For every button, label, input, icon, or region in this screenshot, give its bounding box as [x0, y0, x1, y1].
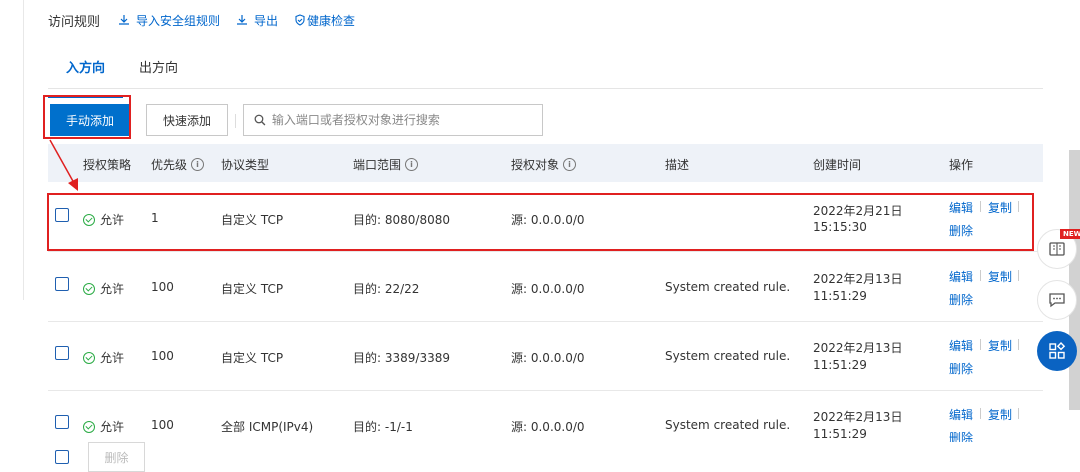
- action-separator: [980, 408, 981, 419]
- col-created-time: 创建时间: [813, 158, 862, 172]
- copy-link[interactable]: 复制: [988, 406, 1012, 423]
- port-cell: 目的: 3389/3389: [353, 351, 450, 365]
- created-date: 2022年2月13日: [813, 410, 903, 424]
- check-circle-icon: [83, 351, 95, 364]
- priority-cell: 100: [151, 349, 174, 363]
- col-priority: 优先级 i: [151, 156, 205, 173]
- priority-cell: 100: [151, 418, 174, 432]
- protocol-cell: 自定义 TCP: [221, 351, 284, 365]
- created-date: 2022年2月13日: [813, 272, 903, 286]
- description-cell: System created rule.: [665, 349, 791, 363]
- copy-link[interactable]: 复制: [988, 337, 1012, 354]
- left-panel-edge: [0, 0, 24, 300]
- created-time: 11:51:29: [813, 427, 867, 441]
- table-row: 允许 100 自定义 TCP 目的: 3389/3389 源: 0.0.0.0/…: [48, 321, 1043, 391]
- info-icon[interactable]: i: [405, 158, 419, 171]
- description-cell: System created rule.: [665, 280, 791, 294]
- col-port-range: 端口范围 i: [353, 156, 419, 173]
- health-check-label: 健康检查: [307, 13, 356, 28]
- source-cell: 源: 0.0.0.0/0: [511, 420, 585, 434]
- edit-link[interactable]: 编辑: [949, 406, 973, 423]
- import-icon: [119, 15, 130, 25]
- table-row: 允许 100 自定义 TCP 目的: 22/22 源: 0.0.0.0/0 Sy…: [48, 252, 1043, 322]
- table-row: 允许 100 全部 ICMP(IPv4) 目的: -1/-1 源: 0.0.0.…: [48, 390, 1043, 442]
- shield-check-icon: [295, 14, 305, 26]
- policy-cell: 允许: [83, 349, 124, 366]
- created-time: 11:51:29: [813, 358, 867, 372]
- delete-link[interactable]: 删除: [949, 291, 973, 308]
- health-check-link[interactable]: 健康检查: [294, 12, 355, 29]
- book-icon: [1049, 242, 1065, 256]
- annotation-box-first-row: [47, 193, 1034, 251]
- delete-link[interactable]: 删除: [949, 360, 973, 377]
- quick-add-button[interactable]: 快速添加: [146, 104, 228, 136]
- table-header: 授权策略 优先级 i 协议类型 端口范围 i 授权对象 i 描述 创建时间 操作: [48, 144, 1043, 182]
- search-input[interactable]: [269, 112, 542, 128]
- search-box[interactable]: [243, 104, 543, 136]
- col-actions: 操作: [949, 158, 974, 172]
- col-policy: 授权策略: [83, 158, 132, 172]
- info-icon[interactable]: i: [191, 158, 205, 171]
- apps-grid-icon: [1049, 342, 1066, 359]
- source-cell: 源: 0.0.0.0/0: [511, 351, 585, 365]
- col-auth-object: 授权对象 i: [511, 156, 577, 173]
- bulk-delete-button[interactable]: 删除: [88, 442, 145, 472]
- action-separator: [1018, 270, 1019, 281]
- chat-float-button[interactable]: [1037, 280, 1077, 320]
- import-rules-link[interactable]: 导入安全组规则: [118, 12, 220, 29]
- priority-cell: 100: [151, 280, 174, 294]
- new-badge: NEW: [1060, 229, 1080, 239]
- action-separator: [980, 270, 981, 281]
- search-icon: [254, 114, 266, 126]
- direction-tabs: 入方向 出方向: [47, 52, 1043, 98]
- row-checkbox[interactable]: [55, 277, 69, 291]
- created-date: 2022年2月13日: [813, 341, 903, 355]
- check-circle-icon: [83, 420, 95, 433]
- chat-icon: [1049, 293, 1065, 308]
- check-circle-icon: [83, 282, 95, 295]
- description-cell: System created rule.: [665, 418, 791, 432]
- toolbar-divider: [235, 114, 236, 128]
- action-separator: [1018, 339, 1019, 350]
- policy-cell: 允许: [83, 280, 124, 297]
- action-separator: [980, 339, 981, 350]
- row-checkbox[interactable]: [55, 415, 69, 429]
- select-all-checkbox[interactable]: [55, 450, 69, 464]
- annotation-box-add-button: [43, 95, 131, 139]
- scrollbar[interactable]: [1069, 150, 1080, 410]
- policy-cell: 允许: [83, 418, 124, 435]
- edit-link[interactable]: 编辑: [949, 337, 973, 354]
- edit-link[interactable]: 编辑: [949, 268, 973, 285]
- port-cell: 目的: 22/22: [353, 282, 420, 296]
- row-checkbox[interactable]: [55, 346, 69, 360]
- copy-link[interactable]: 复制: [988, 268, 1012, 285]
- export-link[interactable]: 导出: [236, 12, 278, 29]
- export-label: 导出: [254, 13, 279, 28]
- delete-link[interactable]: 删除: [949, 429, 973, 442]
- tab-inbound[interactable]: 入方向: [47, 57, 124, 98]
- apps-float-button[interactable]: [1037, 331, 1077, 371]
- tab-outbound[interactable]: 出方向: [139, 57, 178, 84]
- source-cell: 源: 0.0.0.0/0: [511, 282, 585, 296]
- protocol-cell: 全部 ICMP(IPv4): [221, 420, 314, 434]
- port-cell: 目的: -1/-1: [353, 420, 413, 434]
- col-description: 描述: [665, 158, 690, 172]
- created-time: 11:51:29: [813, 289, 867, 303]
- action-separator: [1018, 408, 1019, 419]
- protocol-cell: 自定义 TCP: [221, 282, 284, 296]
- col-protocol: 协议类型: [221, 158, 270, 172]
- info-icon[interactable]: i: [563, 158, 577, 171]
- export-icon: [237, 15, 248, 25]
- import-rules-label: 导入安全组规则: [136, 13, 221, 28]
- header-bar: 访问规则 导入安全组规则 导出 健康检查: [48, 10, 371, 30]
- section-title: 访问规则: [48, 14, 101, 30]
